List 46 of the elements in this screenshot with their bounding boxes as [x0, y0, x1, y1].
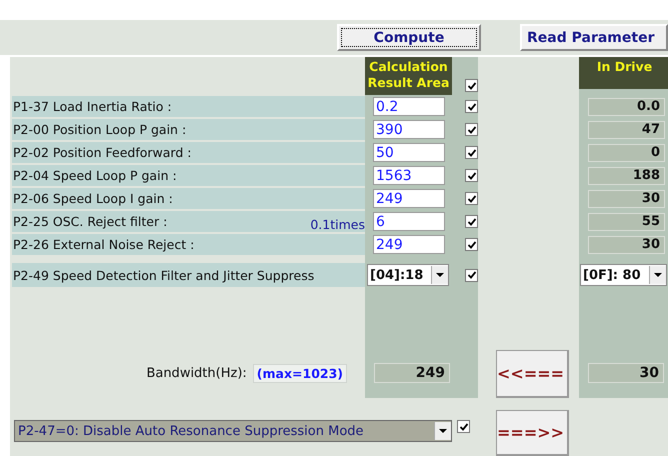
value-field[interactable]: 0.2 [373, 97, 445, 116]
checkbox[interactable] [465, 192, 478, 205]
detection-dropdown[interactable]: [04]:18 [367, 264, 449, 286]
parameter-label: P2-25 OSC. Reject filter : [13, 214, 168, 229]
parameter-label: P2-04 Speed Loop P gain : [13, 168, 177, 183]
drive-value: 0 [588, 144, 665, 162]
checkbox[interactable] [465, 238, 478, 251]
value-field[interactable]: 50 [373, 143, 445, 162]
copy-to-calculation-button[interactable]: <<=== [496, 350, 569, 398]
unit-label: 0.1times [310, 217, 365, 232]
checkbox[interactable] [465, 215, 478, 228]
parameter-label: P1-37 Load Inertia Ratio : [13, 99, 172, 114]
bandwidth-hint: (max=1023) [252, 364, 347, 382]
value-field[interactable]: 6 [373, 212, 445, 231]
parameter-label: P2-49 Speed Detection Filter and Jitter Suppress [12, 263, 365, 287]
calculation-header: Calculation Result Area [365, 57, 452, 95]
parameter-label: P2-00 Position Loop P gain : [13, 122, 186, 137]
value-field[interactable]: 390 [373, 120, 445, 139]
bandwidth-value: 249 [374, 363, 450, 383]
value-field[interactable]: 1563 [373, 166, 445, 185]
drive-value: 188 [588, 166, 665, 184]
drive-value: 30 [588, 190, 665, 208]
parameter-label: P2-26 External Noise Reject : [13, 237, 194, 252]
value-field[interactable]: 249 [373, 235, 445, 254]
read-parameter-button[interactable]: Read Parameter [520, 24, 668, 51]
parameter-label: P2-06 Speed Loop I gain : [13, 191, 173, 206]
drive-value: 30 [588, 236, 665, 254]
value-field[interactable]: 249 [373, 189, 445, 208]
resonance-mode-dropdown[interactable]: P2-47=0: Disable Auto Resonance Suppression Mode [14, 420, 452, 442]
checkbox[interactable] [457, 420, 470, 433]
checkbox[interactable] [465, 169, 478, 182]
drive-bandwidth-value: 30 [588, 363, 664, 383]
drive-dropdown[interactable]: [0F]: 80 [580, 264, 667, 286]
drive-header: In Drive [579, 57, 668, 89]
drive-value: 55 [588, 212, 665, 230]
checkbox[interactable] [465, 268, 478, 282]
copy-to-drive-button[interactable]: ===>> [496, 410, 569, 456]
checkbox[interactable] [465, 79, 478, 92]
parameter-label: P2-02 Position Feedforward : [13, 145, 192, 160]
checkbox[interactable] [465, 123, 478, 136]
drive-value: 0.0 [588, 98, 665, 116]
drive-value: 47 [588, 120, 665, 138]
checkbox[interactable] [465, 100, 478, 113]
compute-button[interactable]: Compute [337, 24, 481, 51]
bandwidth-label: Bandwidth(Hz): [146, 366, 247, 380]
checkbox[interactable] [465, 146, 478, 159]
